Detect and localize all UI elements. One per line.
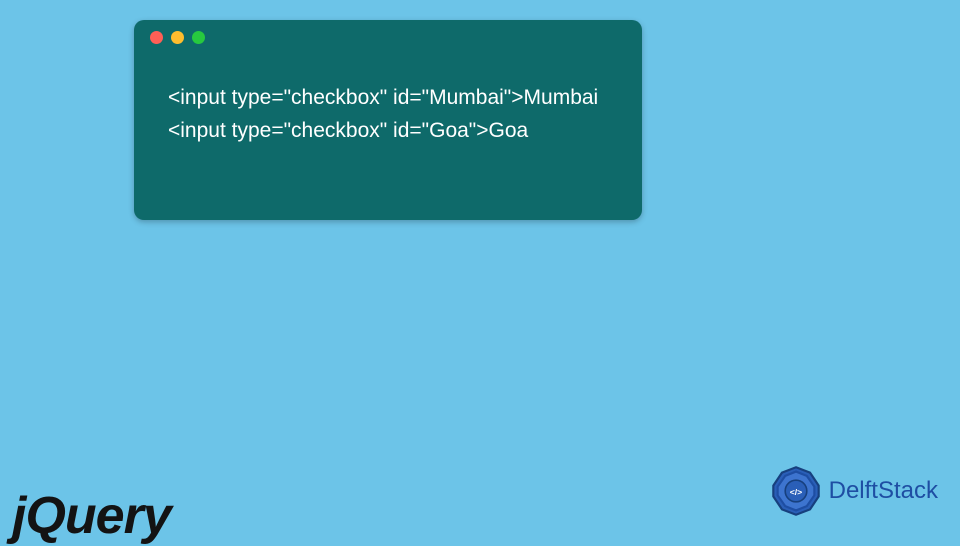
close-icon	[150, 31, 163, 44]
code-line: <input type="checkbox" id="Mumbai">Mumba…	[168, 86, 598, 109]
delftstack-logo: </> DelftStack	[769, 464, 938, 518]
delftstack-label: DelftStack	[829, 477, 938, 505]
window-titlebar	[134, 20, 642, 54]
svg-text:</>: </>	[789, 487, 801, 497]
delftstack-icon: </>	[769, 464, 823, 518]
jquery-logo: jQuery	[12, 486, 171, 546]
code-window: <input type="checkbox" id="Mumbai">Mumba…	[134, 20, 642, 220]
minimize-icon	[171, 31, 184, 44]
code-line: <input type="checkbox" id="Goa">Goa	[168, 119, 528, 142]
code-body: <input type="checkbox" id="Mumbai">Mumba…	[134, 54, 642, 147]
maximize-icon	[192, 31, 205, 44]
